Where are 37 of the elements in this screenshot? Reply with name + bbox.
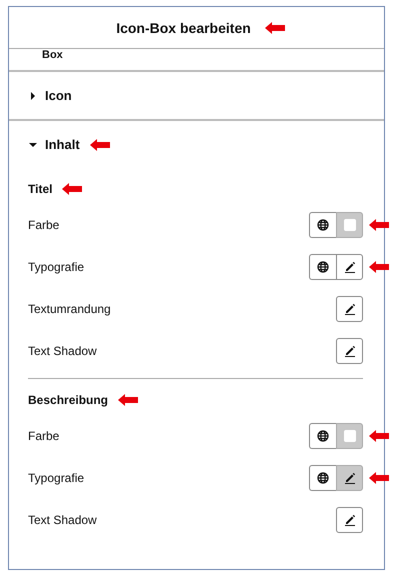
global-button[interactable] <box>309 254 336 280</box>
global-button[interactable] <box>309 465 336 491</box>
control-label: Text Shadow <box>28 513 97 527</box>
global-button[interactable] <box>309 423 336 449</box>
edit-button[interactable] <box>336 296 363 322</box>
section-label[interactable]: Icon <box>45 88 72 103</box>
edit-button[interactable] <box>336 465 363 491</box>
color-swatch-icon <box>344 219 356 231</box>
edit-button[interactable] <box>336 338 363 364</box>
pencil-icon <box>344 514 356 526</box>
control-label: Farbe <box>28 429 60 443</box>
global-button[interactable] <box>309 212 336 238</box>
color-swatch-icon <box>344 430 356 442</box>
section-label[interactable]: Inhalt <box>45 137 80 152</box>
panel-title: Icon-Box bearbeiten <box>116 20 251 36</box>
color-button[interactable] <box>336 212 363 238</box>
control-label: Text Shadow <box>28 344 97 358</box>
globe-icon <box>317 261 329 273</box>
caret-icon[interactable] <box>29 140 37 148</box>
section-label[interactable]: Box <box>42 49 63 61</box>
pencil-icon <box>344 472 356 484</box>
control-label: Farbe <box>28 218 60 232</box>
control-label: Typografie <box>28 260 84 274</box>
edit-button[interactable] <box>336 254 363 280</box>
control-label: Textumrandung <box>28 302 111 316</box>
pencil-icon <box>344 303 356 315</box>
color-button[interactable] <box>336 423 363 449</box>
pencil-icon <box>344 261 356 273</box>
group-heading: Titel <box>28 182 52 196</box>
edit-button[interactable] <box>336 507 363 533</box>
globe-icon <box>317 472 329 484</box>
pencil-icon <box>344 345 356 357</box>
globe-icon <box>317 430 329 442</box>
control-label: Typografie <box>28 471 84 485</box>
caret-icon[interactable] <box>29 92 37 100</box>
globe-icon <box>317 219 329 231</box>
group-heading: Beschreibung <box>28 393 108 407</box>
